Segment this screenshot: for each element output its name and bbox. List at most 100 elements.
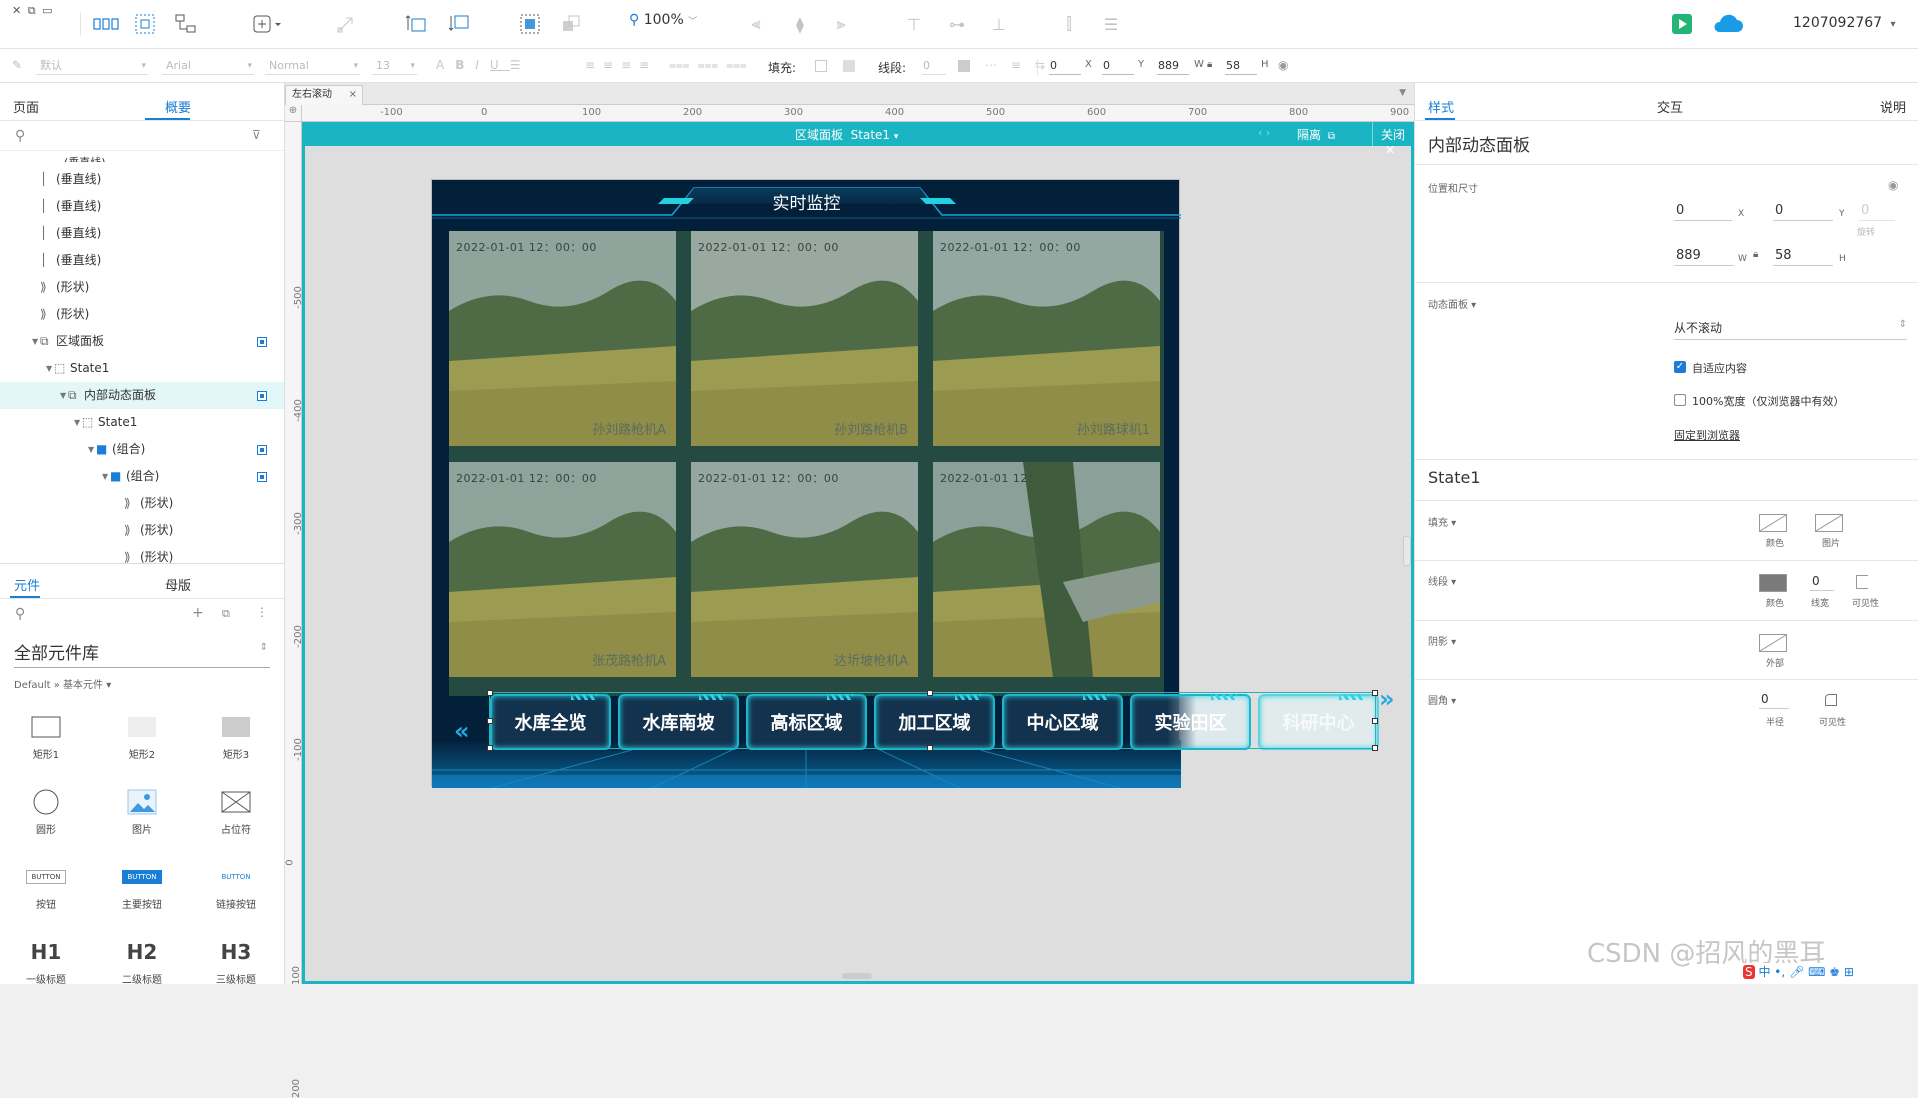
video-tile[interactable]: 2022-01-01 12：00：00 孙刘路枪机A — [449, 231, 676, 446]
state-nav-icons[interactable]: ‹ › — [1258, 126, 1270, 139]
library-breadcrumb[interactable]: Default » 基本元件 ▾ — [14, 676, 111, 691]
align-text-buttons[interactable]: ≡≡≡≡ ⩶⩶⩶ — [585, 58, 755, 73]
library-menu-icon[interactable]: ⧉ — [222, 607, 230, 621]
fit-content-checkbox[interactable]: ✓ — [1674, 361, 1686, 373]
expand-arrow-icon[interactable]: ▼ — [74, 409, 80, 436]
text-style-buttons[interactable]: ABIU☰ — [436, 58, 531, 72]
contain-select-icon[interactable] — [131, 12, 159, 36]
stroke-color-swatch[interactable] — [1759, 574, 1787, 592]
widget-5[interactable]: 图片 — [102, 783, 182, 836]
preview-icon[interactable] — [1672, 14, 1692, 34]
widget-6[interactable]: 占位符 — [196, 783, 276, 836]
more-icon[interactable]: ⋮ — [256, 605, 268, 619]
widget-11[interactable]: H2 二级标题 — [102, 933, 182, 986]
area-nav-button[interactable]: 科研中心 — [1258, 694, 1379, 750]
publish-cloud-icon[interactable] — [1711, 12, 1743, 40]
font-select[interactable]: Arial — [162, 57, 254, 75]
connect-icon[interactable] — [172, 12, 200, 36]
tree-row[interactable]: ▼ ■ (组合) — [0, 436, 284, 463]
h-input[interactable]: 58 — [1225, 57, 1257, 75]
fill-image-icon[interactable] — [843, 60, 855, 72]
expand-arrow-icon[interactable]: ▼ — [32, 328, 38, 355]
front-icon[interactable] — [402, 12, 430, 36]
close-panel-button[interactable]: 关闭 ✕ — [1381, 126, 1414, 157]
align-left-icon[interactable]: ⫷ — [742, 12, 770, 36]
stroke-visibility-icon[interactable] — [1856, 575, 1868, 589]
radius-section-label[interactable]: 圆角 ▾ — [1428, 692, 1456, 707]
expand-arrow-icon[interactable]: ▼ — [88, 436, 94, 463]
tree-row[interactable]: │ (垂直线) — [0, 220, 284, 247]
tab-widgets[interactable]: 元件 — [14, 575, 40, 594]
area-nav-button[interactable]: 高标区域 — [746, 694, 867, 750]
expand-arrow-icon[interactable]: ▼ — [60, 382, 66, 409]
widget-4[interactable]: 圆形 — [6, 783, 86, 836]
tree-row[interactable]: ▼ ⬚ State1 — [0, 355, 284, 382]
expand-arrow-icon[interactable]: ▼ — [46, 355, 52, 382]
close-icon[interactable]: × — [349, 86, 357, 104]
tab-pages[interactable]: 页面 — [13, 97, 39, 116]
scroll-select[interactable]: 从不滚动 ⇕ — [1674, 319, 1907, 340]
video-tile[interactable]: 2022-01-01 12：00：00 达圻坡枪机A — [691, 462, 918, 677]
visibility-toggle[interactable] — [257, 472, 267, 482]
visibility-toggle[interactable] — [257, 337, 267, 347]
align-middle-icon[interactable]: ⊶ — [943, 12, 971, 36]
visibility-toggle[interactable] — [257, 445, 267, 455]
zoom-control[interactable]: ⚲ 100% ﹀ — [629, 12, 697, 28]
stroke-width-input[interactable]: 0 — [922, 57, 946, 75]
tab-style[interactable]: 样式 — [1428, 97, 1454, 116]
insert-icon[interactable] — [250, 12, 284, 36]
tree-row[interactable]: │ (垂直线) — [0, 166, 284, 193]
tab-outline[interactable]: 概要 — [165, 97, 191, 116]
lock-icon[interactable]: 🔒︎ — [1207, 59, 1212, 70]
lock-icon[interactable]: 🔒︎ — [1753, 249, 1758, 260]
size-select[interactable]: 13 — [372, 57, 417, 75]
tree-row[interactable]: │ (垂直线) — [0, 193, 284, 220]
stroke-width-input[interactable]: 0 — [1810, 571, 1834, 591]
area-nav-button[interactable]: 实验田区 — [1130, 694, 1251, 750]
stroke-color-swatch[interactable] — [958, 60, 970, 72]
stroke-style-icons[interactable]: ⋯≡⇆ — [985, 58, 1059, 72]
area-nav-button[interactable]: 中心区域 — [1002, 694, 1123, 750]
weight-select[interactable]: Normal — [265, 57, 360, 75]
add-library-icon[interactable]: + — [192, 605, 204, 621]
point-icon[interactable] — [332, 12, 360, 36]
video-tile[interactable]: 2022-01-01 12：00：00 张茂路枪机A — [449, 462, 676, 677]
widget-9[interactable]: BUTTON 链接按钮 — [196, 858, 276, 911]
visibility-toggle[interactable] — [257, 391, 267, 401]
ungroup-icon[interactable] — [557, 12, 585, 36]
w-input[interactable]: 889 — [1157, 57, 1189, 75]
ime-status-bar[interactable]: S 中 •, 🎤︎ ⌨ ♚ ⊞ — [1743, 963, 1854, 980]
expand-arrow-icon[interactable]: ▼ — [102, 463, 108, 490]
distribute-h-icon[interactable]: ⫿ — [1055, 12, 1083, 36]
stroke-section-label[interactable]: 线段 ▾ — [1428, 573, 1456, 588]
tab-masters[interactable]: 母版 — [165, 575, 191, 594]
panel-resize-handle[interactable] — [1403, 536, 1411, 566]
search-icon[interactable]: ⚲ — [15, 128, 25, 144]
search-icon[interactable]: ⚲ — [15, 606, 25, 622]
tab-list-icon[interactable]: ▼ — [1399, 88, 1406, 98]
tree-row[interactable]: ▼ ⧉ 内部动态面板 — [0, 382, 284, 409]
video-tile[interactable]: 2022-01-01 12：00：00 孙刘路球机1 — [933, 231, 1160, 446]
back-icon[interactable] — [445, 12, 473, 36]
scroll-left-icon[interactable]: « — [454, 717, 470, 745]
fill-color-swatch[interactable] — [815, 60, 827, 72]
tree-row[interactable]: ▼ ⬚ State1 — [0, 409, 284, 436]
tab-notes[interactable]: 说明 — [1880, 97, 1906, 116]
tree-row[interactable]: ⟫ (形状) — [0, 274, 284, 301]
tree-row[interactable]: ⟫ (形状) — [0, 301, 284, 328]
align-bottom-icon[interactable]: ⊥ — [985, 12, 1013, 36]
widget-3[interactable]: 矩形3 — [196, 708, 276, 761]
group-icon[interactable] — [516, 12, 544, 36]
align-right-icon[interactable]: ⫸ — [827, 12, 855, 36]
x-input[interactable]: 0 — [1674, 201, 1732, 221]
copy-icon[interactable]: ⧉ — [28, 4, 36, 17]
area-nav-button[interactable]: 水库全览 — [490, 694, 611, 750]
widget-7[interactable]: BUTTON 按钮 — [6, 858, 86, 911]
scroll-handle[interactable] — [842, 973, 872, 979]
paste-icon[interactable]: ▭ — [42, 4, 52, 17]
w-input[interactable]: 889 — [1674, 246, 1734, 266]
dynamic-panel-label[interactable]: 动态面板 ▾ — [1428, 296, 1476, 311]
doc-tab[interactable]: 左右滚动 × — [285, 85, 363, 105]
radius-visibility-icon[interactable] — [1825, 694, 1837, 706]
filter-icon[interactable]: ⊽ — [252, 128, 261, 142]
